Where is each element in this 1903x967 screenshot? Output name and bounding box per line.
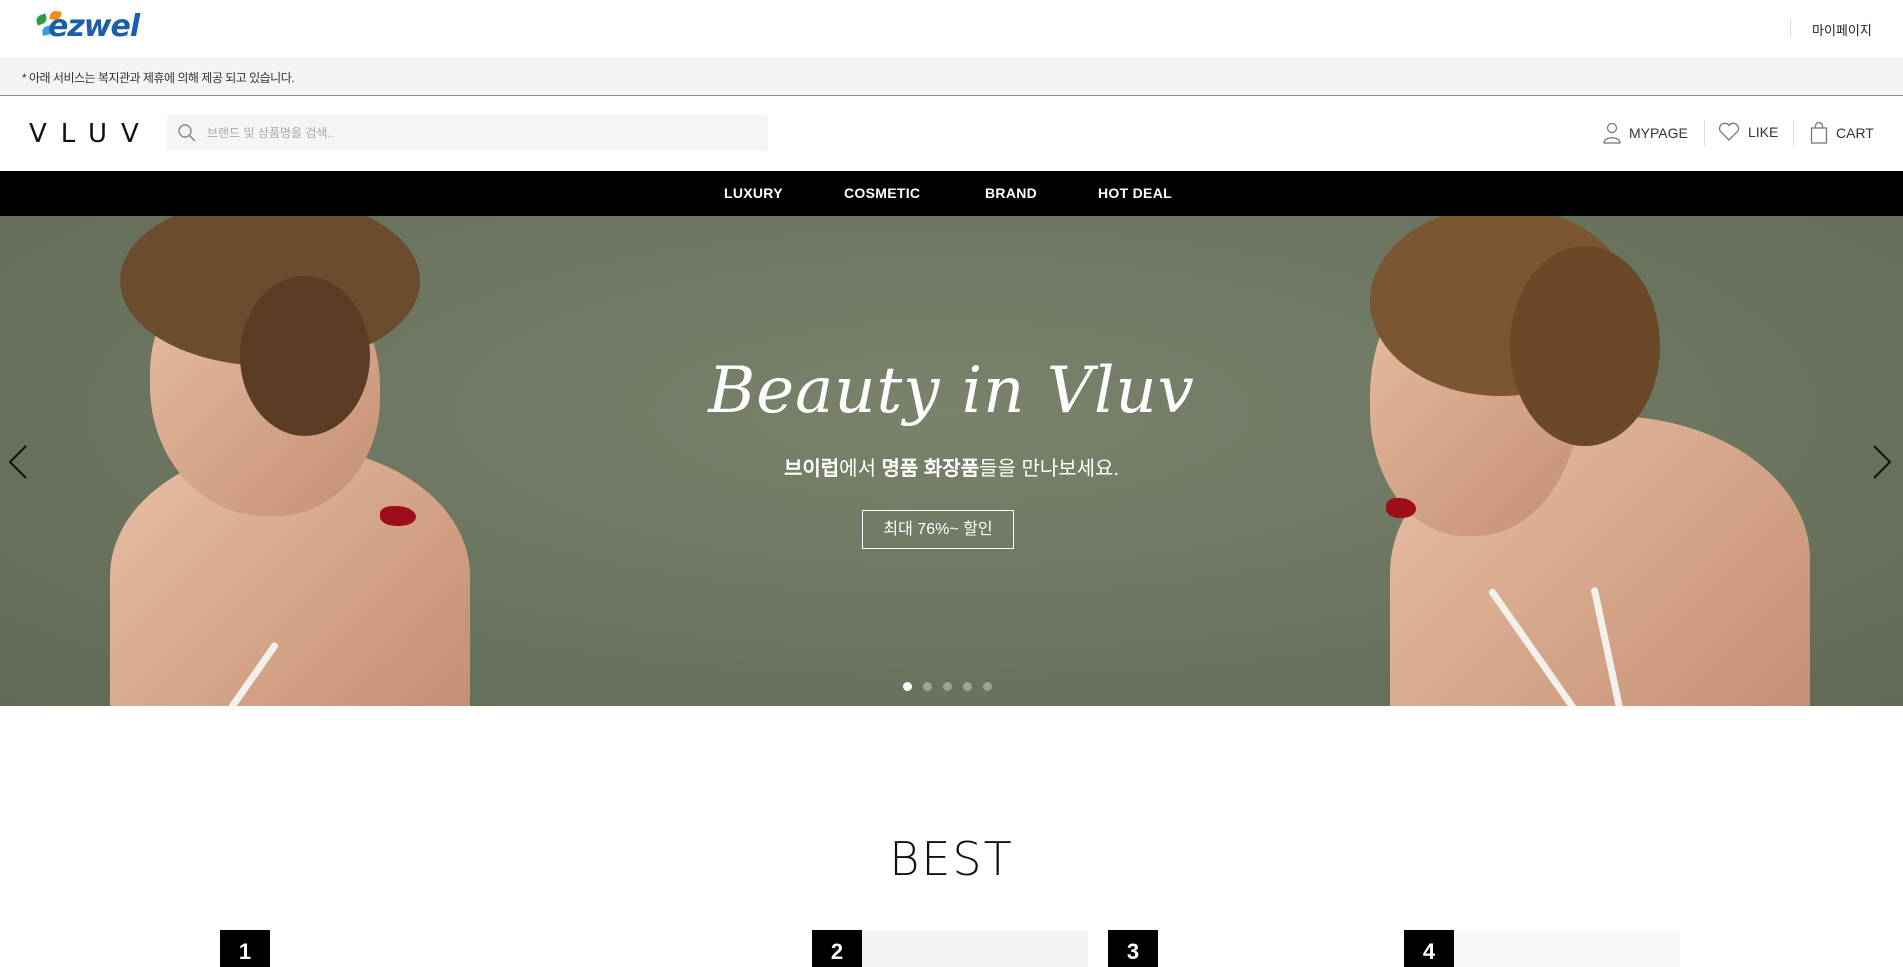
best-product-thumbnail[interactable]: [1454, 930, 1680, 967]
nav-item-brand[interactable]: BRAND: [985, 185, 1037, 201]
slide-dot[interactable]: [983, 682, 992, 691]
nav-item-hot-deal[interactable]: HOT DEAL: [1098, 185, 1172, 201]
top-mypage-link[interactable]: 마이페이지: [1812, 20, 1872, 39]
cart-button[interactable]: CART: [1810, 122, 1874, 144]
best-rank-badge: 2: [812, 930, 862, 967]
divider: [1704, 120, 1705, 146]
like-label: LIKE: [1748, 124, 1779, 140]
main-nav: LUXURY COSMETIC BRAND HOT DEAL: [0, 171, 1903, 216]
hero-banner[interactable]: Beauty in Vluv 브이럽에서 명품 화장품들을 만나보세요. 최대 …: [0, 216, 1903, 706]
leaf-icon: [34, 13, 49, 26]
slide-pagination: [903, 682, 992, 691]
mypage-button[interactable]: MYPAGE: [1603, 122, 1688, 144]
slide-dot[interactable]: [963, 682, 972, 691]
site-header: VLUV MYPAGE LIKE CART: [0, 97, 1903, 171]
prev-slide-arrow-icon[interactable]: [4, 442, 34, 482]
slide-dot[interactable]: [903, 682, 912, 691]
best-rank-badge: 3: [1108, 930, 1158, 967]
shopping-bag-icon: [1810, 122, 1828, 144]
best-rank-badge: 4: [1404, 930, 1454, 967]
best-rank-badge: 1: [220, 930, 270, 967]
user-icon: [1603, 122, 1621, 144]
service-notice-bar: * 아래 서비스는 복지관과 제휴에 의해 제공 되고 있습니다.: [0, 57, 1903, 96]
search-bar: [167, 115, 768, 151]
best-product-thumbnail[interactable]: [862, 930, 1088, 967]
ezwel-logo-text: ezwel: [48, 9, 140, 44]
search-input[interactable]: [207, 115, 757, 151]
nav-item-cosmetic[interactable]: COSMETIC: [844, 185, 920, 201]
divider: [1790, 20, 1791, 36]
ezwel-topbar: ezwel 마이페이지: [0, 0, 1903, 57]
search-icon[interactable]: [177, 123, 197, 143]
nav-item-luxury[interactable]: LUXURY: [724, 185, 783, 201]
like-button[interactable]: LIKE: [1718, 122, 1778, 142]
slide-dot[interactable]: [923, 682, 932, 691]
hero-title: Beauty in Vluv: [708, 354, 1195, 428]
divider: [1793, 120, 1794, 146]
mypage-label: MYPAGE: [1629, 125, 1688, 141]
vluv-logo[interactable]: VLUV: [29, 119, 153, 149]
heart-icon: [1718, 122, 1740, 141]
ezwel-logo[interactable]: ezwel: [32, 9, 162, 45]
service-notice-text: * 아래 서비스는 복지관과 제휴에 의해 제공 되고 있습니다.: [22, 71, 295, 85]
hero-subtitle: 브이럽에서 명품 화장품들을 만나보세요.: [783, 458, 1120, 480]
cart-label: CART: [1836, 125, 1874, 141]
next-slide-arrow-icon[interactable]: [1866, 442, 1896, 482]
hero-discount-button[interactable]: 최대 76%~ 할인: [862, 510, 1014, 549]
slide-dot[interactable]: [943, 682, 952, 691]
best-section-title: BEST: [889, 832, 1014, 886]
